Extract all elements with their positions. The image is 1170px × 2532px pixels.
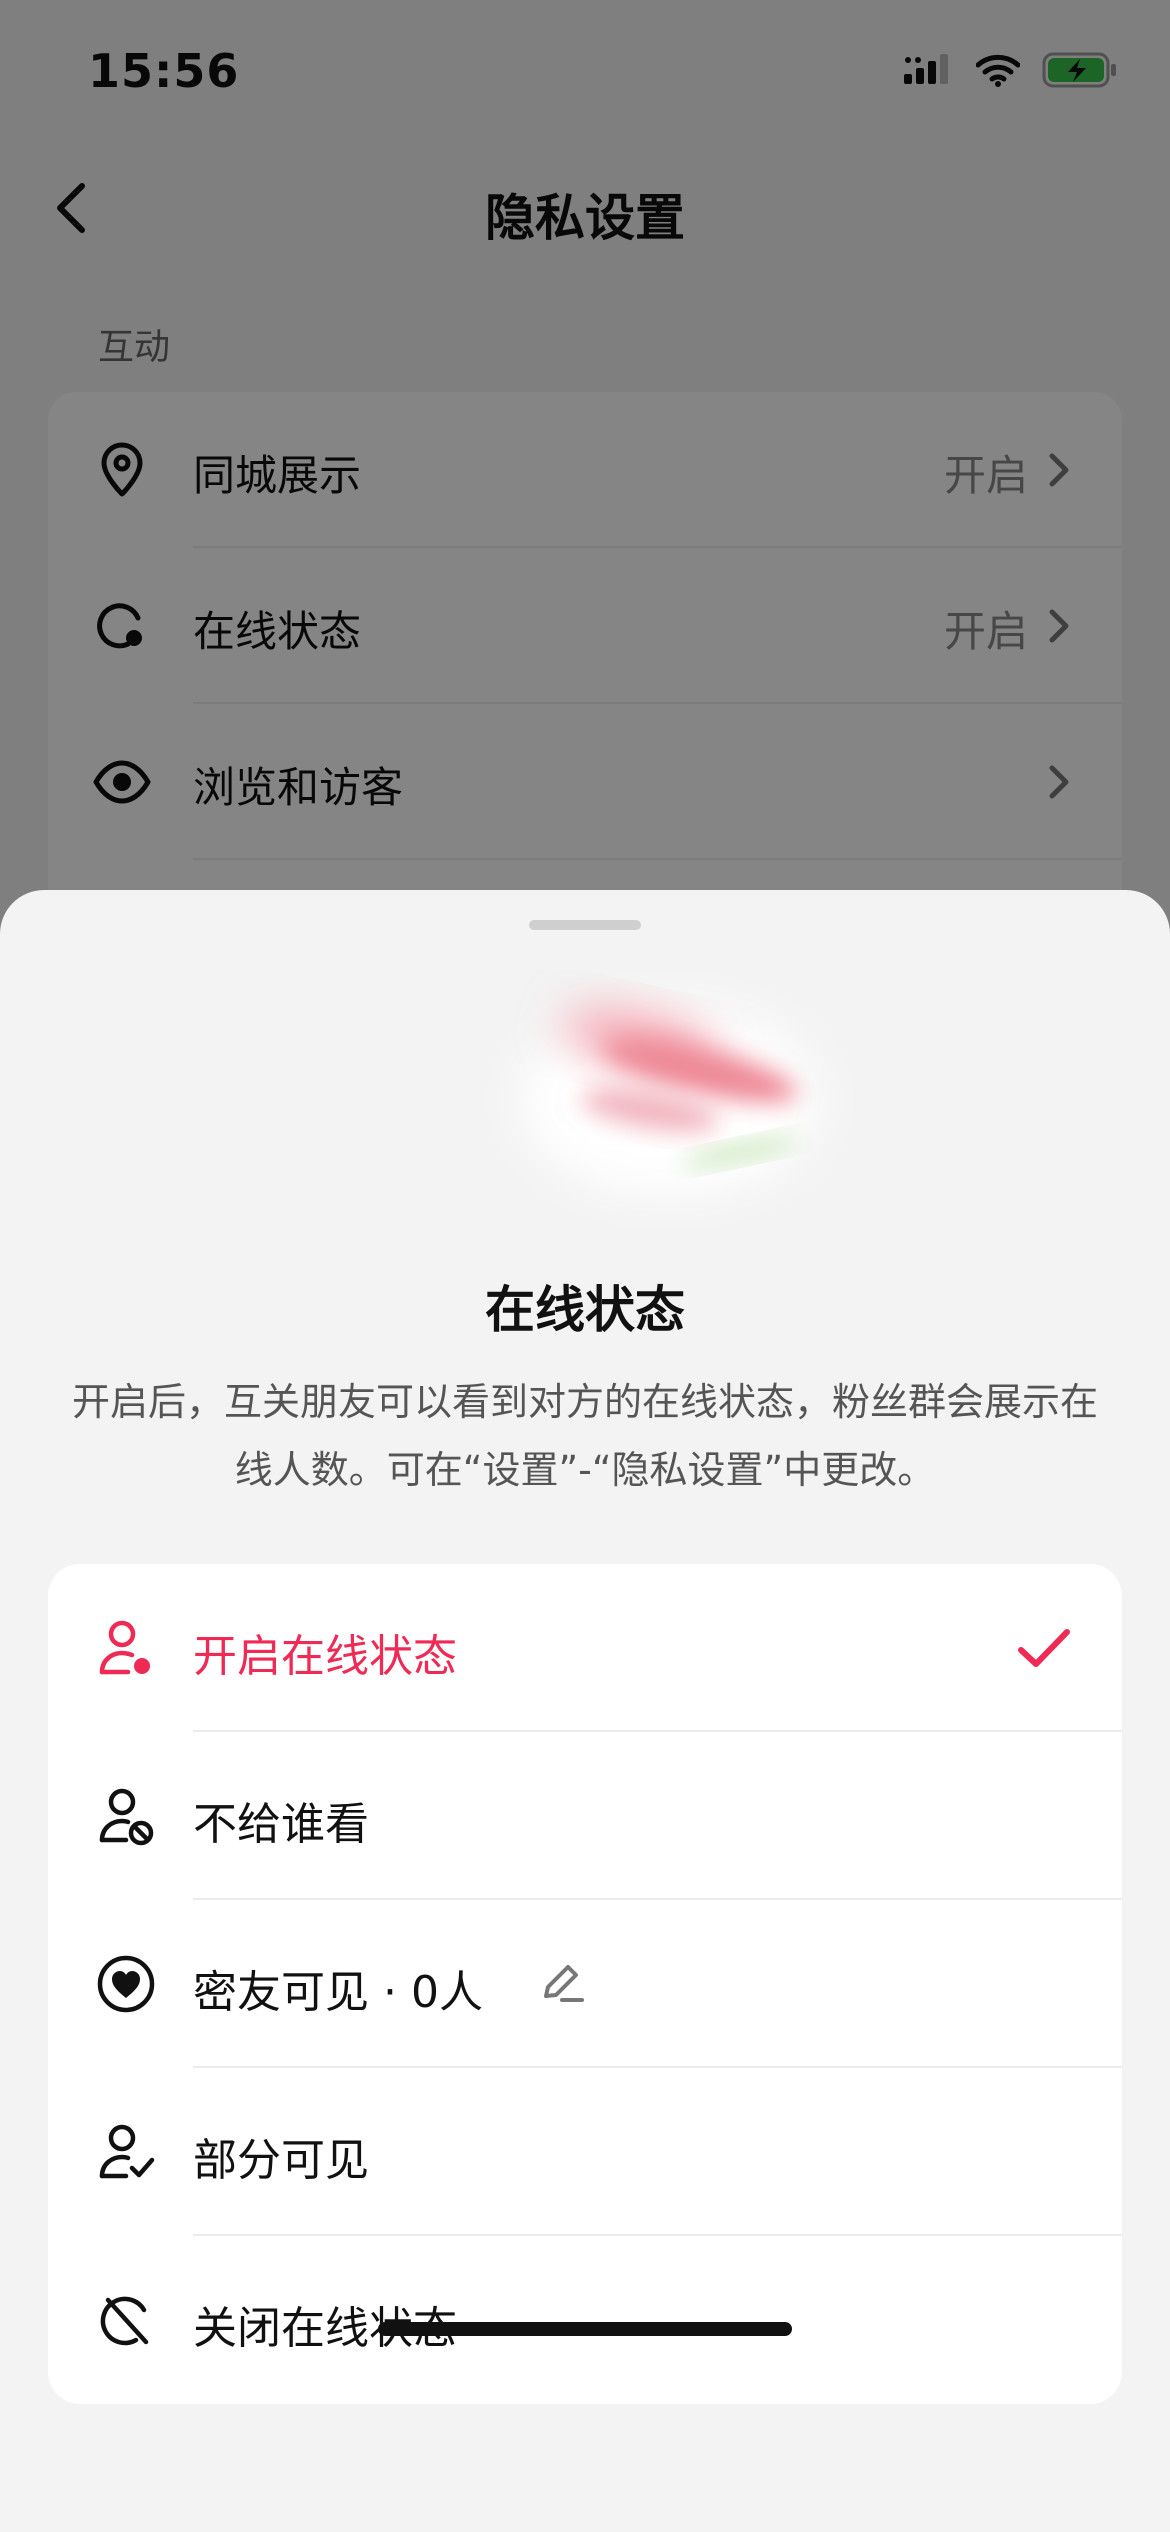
online-status-sheet: 在线状态 开启后，互关朋友可以看到对方的在线状态，粉丝群会展示在线人数。可在“设… [0,890,1170,2532]
home-indicator[interactable] [378,2322,792,2336]
sheet-title: 在线状态 [485,1281,685,1339]
visibility-options: 开启在线状态 不给谁看 密友可见 · 0人 部分可见 关闭在线状态 [48,1564,1122,2404]
online-off-icon [100,2296,149,2346]
option-close-friends[interactable]: 密友可见 · 0人 [48,1900,1122,2068]
sheet-grabber[interactable] [529,920,641,930]
heart-circle-icon [97,1955,155,2013]
option-enable-online-status[interactable]: 开启在线状态 [48,1564,1122,1732]
sheet-description: 开启后，互关朋友可以看到对方的在线状态，粉丝群会展示在线人数。可在“设置”-“隐… [71,1380,1098,1492]
user-block-icon [99,1788,154,1846]
checkmark-icon [1018,1629,1070,1667]
option-label: 开启在线状态 [193,1631,457,1682]
pencil-icon[interactable] [536,1956,588,2008]
option-label: 不给谁看 [193,1799,369,1850]
user-check-icon [99,2124,155,2179]
option-partially-visible[interactable]: 部分可见 [48,2068,1122,2236]
option-label: 部分可见 [193,2135,369,2186]
user-online-icon [99,1620,150,1675]
option-label: 密友可见 · 0人 [193,1967,483,2018]
online-status-illustration [520,1005,820,1195]
option-disable-online-status[interactable]: 关闭在线状态 [48,2236,1122,2404]
option-hide-from[interactable]: 不给谁看 [48,1732,1122,1900]
